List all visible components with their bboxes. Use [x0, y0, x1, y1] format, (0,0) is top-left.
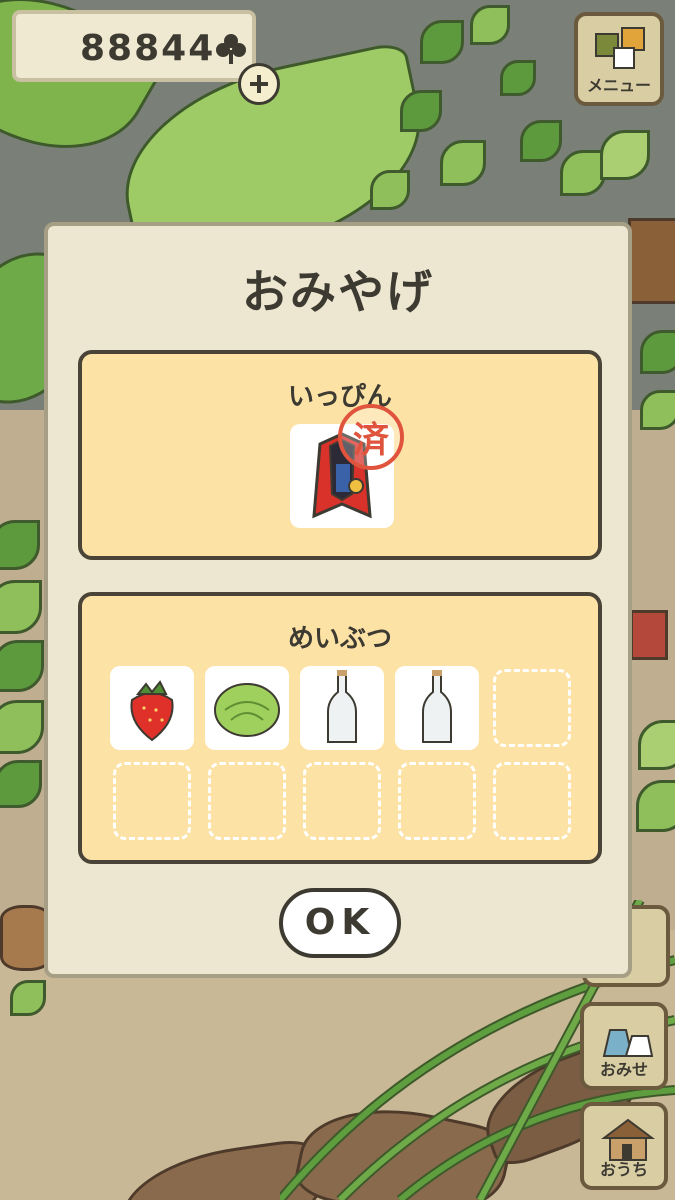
clover-counter: 88844	[12, 10, 256, 82]
item-slot-bottle[interactable]	[300, 666, 384, 750]
empty-item-slot	[113, 762, 191, 840]
menu-button[interactable]: メニュー	[574, 12, 664, 106]
clover-icon	[216, 34, 246, 64]
empty-item-slot	[493, 669, 571, 747]
regional-items-panel: めいぶつ	[78, 592, 602, 864]
glass-bottle-icon	[327, 670, 357, 743]
vine-leaf	[400, 90, 442, 132]
empty-item-slot	[493, 762, 571, 840]
completed-stamp: 済	[338, 404, 404, 470]
special-item-title: いっぴん	[287, 382, 392, 412]
plus-icon	[250, 75, 268, 93]
glass-bottle-icon	[422, 670, 452, 743]
empty-item-slot	[303, 762, 381, 840]
item-slot-bottle[interactable]	[395, 666, 479, 750]
vine-leaf	[370, 170, 410, 210]
empty-item-slot	[398, 762, 476, 840]
vine-leaf	[640, 330, 675, 374]
wooden-fence	[628, 218, 675, 304]
add-clover-button[interactable]	[238, 63, 280, 105]
shop-button[interactable]: おみせ	[580, 1002, 668, 1090]
red-sign	[630, 610, 668, 660]
vine-leaf	[640, 390, 675, 430]
dialog-title: おみやげ	[242, 265, 434, 319]
vine-leaf	[520, 120, 562, 162]
vine-leaf	[470, 5, 510, 45]
bush-leaf	[636, 780, 675, 832]
home-label: おうち	[599, 1160, 648, 1179]
menu-label: メニュー	[586, 76, 651, 95]
bush-leaf	[10, 980, 46, 1016]
shop-label: おみせ	[599, 1060, 648, 1079]
souvenir-dialog: おみやげ いっぴん 済 めいぶつ OK	[44, 222, 632, 978]
empty-item-slot	[208, 762, 286, 840]
vine-leaf	[420, 20, 464, 64]
regional-items-title: めいぶつ	[287, 624, 392, 654]
menu-icon	[595, 27, 645, 69]
item-slot-strawberry[interactable]	[110, 666, 194, 750]
strawberry-icon	[130, 680, 174, 742]
ok-button[interactable]: OK	[279, 888, 401, 958]
cabbage-icon	[214, 683, 280, 737]
item-slot-cabbage[interactable]	[205, 666, 289, 750]
home-button[interactable]: おうち	[580, 1102, 668, 1190]
special-item-panel: いっぴん 済	[78, 350, 602, 560]
clover-count: 88844	[80, 28, 216, 69]
vine-leaf	[500, 60, 536, 96]
bush-leaf	[638, 720, 675, 770]
vine-leaf	[600, 130, 650, 180]
vine-leaf	[440, 140, 486, 186]
